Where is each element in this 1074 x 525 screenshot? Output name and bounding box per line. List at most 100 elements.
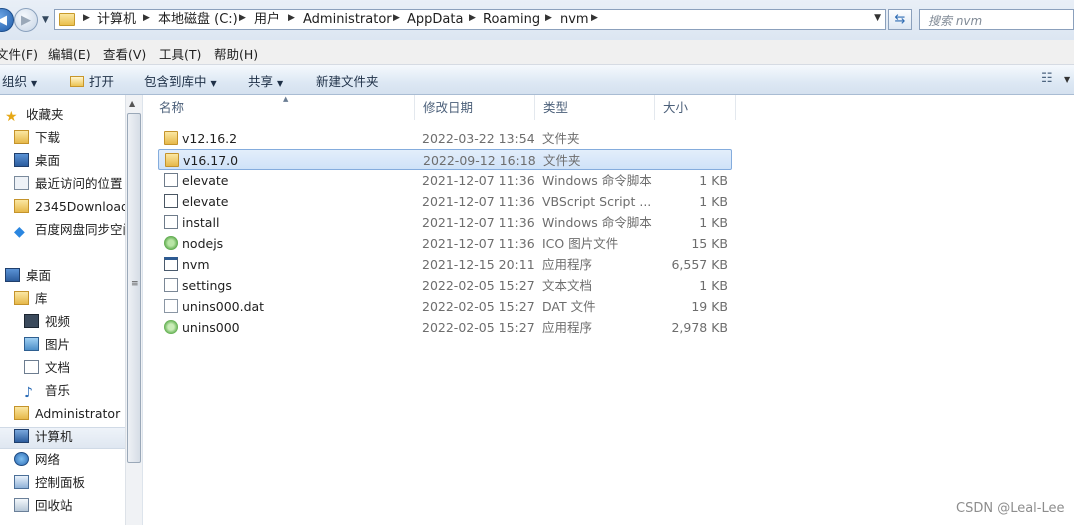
chevron-right-icon[interactable]: ▶ xyxy=(239,13,246,23)
nav-recycle-bin[interactable]: 回收站 xyxy=(14,495,73,517)
computer-icon xyxy=(14,429,29,443)
forward-button[interactable]: ▶ xyxy=(14,8,38,32)
nav-libraries[interactable]: 库 xyxy=(14,288,48,310)
nav-music[interactable]: ♪ 音乐 xyxy=(24,380,70,402)
address-bar[interactable]: ▶ 计算机 ▶ 本地磁盘 (C:) ▶ 用户 ▶ Administrator ▶… xyxy=(54,9,886,30)
scroll-up-icon[interactable]: ▲ xyxy=(129,99,135,108)
file-row[interactable]: unins000.dat 2022-02-05 15:27 DAT 文件 19 … xyxy=(158,296,732,317)
file-type: Windows 命令脚本 xyxy=(542,173,652,188)
chevron-right-icon[interactable]: ▶ xyxy=(591,13,598,23)
chevron-right-icon[interactable]: ▶ xyxy=(83,13,90,23)
nav-desktop[interactable]: 桌面 xyxy=(5,265,51,287)
search-input[interactable] xyxy=(926,11,1060,30)
caret-down-icon: ▼ xyxy=(277,79,284,88)
history-dropdown-icon[interactable]: ▼ xyxy=(42,15,49,25)
breadcrumb-appdata[interactable]: AppData xyxy=(407,12,463,28)
file-row[interactable]: v12.16.2 2022-03-22 13:54 文件夹 xyxy=(158,128,732,149)
file-list: 名称 ▲ 修改日期 类型 大小 v12.16.2 2022-03-22 13:5… xyxy=(143,95,1074,525)
menu-view[interactable]: 查看(V) xyxy=(103,44,146,63)
breadcrumb-administrator[interactable]: Administrator xyxy=(303,12,392,28)
open-button[interactable]: 打开 xyxy=(70,71,114,90)
nav-scrollbar[interactable]: ▲ ≡ xyxy=(125,95,142,525)
file-row[interactable]: unins000 2022-02-05 15:27 应用程序 2,978 KB xyxy=(158,317,732,338)
menu-file[interactable]: 文件(F) xyxy=(0,44,38,63)
nav-label: 音乐 xyxy=(45,383,71,398)
file-row[interactable]: settings 2022-02-05 15:27 文本文档 1 KB xyxy=(158,275,732,296)
file-type: VBScript Script ... xyxy=(542,194,652,209)
chevron-right-icon[interactable]: ▶ xyxy=(288,13,295,23)
chevron-right-icon[interactable]: ▶ xyxy=(393,13,400,23)
include-library-label: 包含到库中 xyxy=(144,74,207,89)
nav-label: 控制面板 xyxy=(35,475,86,490)
video-icon xyxy=(24,314,39,328)
file-name: v12.16.2 xyxy=(182,131,238,146)
breadcrumb-local-disk[interactable]: 本地磁盘 (C:) xyxy=(158,12,238,28)
file-size: 1 KB xyxy=(699,215,728,230)
picture-icon xyxy=(24,337,39,351)
scroll-thumb[interactable]: ≡ xyxy=(127,113,141,463)
include-in-library-button[interactable]: 包含到库中 ▼ xyxy=(144,71,217,90)
file-row[interactable]: nodejs 2021-12-07 11:36 ICO 图片文件 15 KB xyxy=(158,233,732,254)
chevron-right-icon[interactable]: ▶ xyxy=(143,13,150,23)
address-dropdown-icon[interactable]: ▼ xyxy=(874,13,881,23)
chevron-right-icon[interactable]: ▶ xyxy=(545,13,552,23)
chevron-right-icon[interactable]: ▶ xyxy=(469,13,476,23)
organize-button[interactable]: 组织 ▼ xyxy=(2,71,37,90)
baidu-netdisk-icon: ◆ xyxy=(14,224,25,240)
file-type: 文件夹 xyxy=(542,131,580,146)
view-options-icon[interactable]: ☷ xyxy=(1041,71,1053,86)
column-label: 名称 xyxy=(159,100,185,115)
nav-baidu-sync[interactable]: ◆ 百度网盘同步空间 xyxy=(14,219,125,241)
file-name: settings xyxy=(182,278,232,293)
nav-label: 网络 xyxy=(35,452,61,467)
column-header-size[interactable]: 大小 xyxy=(655,95,736,120)
open-folder-icon xyxy=(70,76,84,87)
nav-control-panel[interactable]: 控制面板 xyxy=(14,472,85,494)
file-row[interactable]: elevate 2021-12-07 11:36 VBScript Script… xyxy=(158,191,732,212)
column-header-type[interactable]: 类型 xyxy=(535,95,655,120)
nav-network[interactable]: 网络 xyxy=(14,449,60,471)
nav-favorites[interactable]: ★ 收藏夹 xyxy=(5,104,64,126)
nav-documents[interactable]: 文档 xyxy=(24,357,70,379)
nav-label: 视频 xyxy=(45,314,71,329)
new-folder-button[interactable]: 新建文件夹 xyxy=(316,71,379,90)
column-header-date[interactable]: 修改日期 xyxy=(415,95,535,120)
file-size: 19 KB xyxy=(691,299,728,314)
file-date: 2021-12-07 11:36 xyxy=(422,236,535,251)
organize-label: 组织 xyxy=(2,74,28,89)
breadcrumb-computer[interactable]: 计算机 xyxy=(97,12,136,28)
file-date: 2022-03-22 13:54 xyxy=(422,131,535,146)
caret-down-icon: ▼ xyxy=(31,79,38,88)
nav-desktop-fav[interactable]: 桌面 xyxy=(14,150,60,172)
grip-icon: ≡ xyxy=(131,279,139,289)
file-date: 2021-12-07 11:36 xyxy=(422,194,535,209)
refresh-button[interactable]: ⇆ xyxy=(888,9,912,30)
breadcrumb-users[interactable]: 用户 xyxy=(254,12,280,28)
file-row[interactable]: nvm 2021-12-15 20:11 应用程序 6,557 KB xyxy=(158,254,732,275)
recent-places-icon xyxy=(14,176,29,190)
search-box[interactable] xyxy=(919,9,1074,30)
file-date: 2021-12-15 20:11 xyxy=(422,257,535,272)
nav-recent-places[interactable]: 最近访问的位置 xyxy=(14,173,123,195)
nav-downloads[interactable]: 下载 xyxy=(14,127,60,149)
caret-down-icon[interactable]: ▼ xyxy=(1064,75,1070,84)
menu-edit[interactable]: 编辑(E) xyxy=(48,44,91,63)
file-type: 应用程序 xyxy=(542,257,593,272)
file-row-selected[interactable]: v16.17.0 2022-09-12 16:18 文件夹 xyxy=(158,149,732,170)
nav-2345downloads[interactable]: 2345Downloads xyxy=(14,196,125,218)
nav-administrator[interactable]: Administrator xyxy=(14,403,120,425)
star-icon: ★ xyxy=(5,109,18,125)
nav-computer[interactable]: 计算机 xyxy=(14,426,73,448)
share-button[interactable]: 共享 ▼ xyxy=(248,71,283,90)
menu-help[interactable]: 帮助(H) xyxy=(214,44,258,63)
breadcrumb-roaming[interactable]: Roaming xyxy=(483,12,540,28)
file-row[interactable]: elevate 2021-12-07 11:36 Windows 命令脚本 1 … xyxy=(158,170,732,191)
back-button[interactable]: ◀ xyxy=(0,8,14,32)
document-icon xyxy=(24,360,39,374)
nav-pictures[interactable]: 图片 xyxy=(24,334,70,356)
application-icon xyxy=(164,257,178,271)
breadcrumb-nvm[interactable]: nvm xyxy=(560,12,589,28)
file-row[interactable]: install 2021-12-07 11:36 Windows 命令脚本 1 … xyxy=(158,212,732,233)
nav-videos[interactable]: 视频 xyxy=(24,311,70,333)
menu-tools[interactable]: 工具(T) xyxy=(159,44,201,63)
